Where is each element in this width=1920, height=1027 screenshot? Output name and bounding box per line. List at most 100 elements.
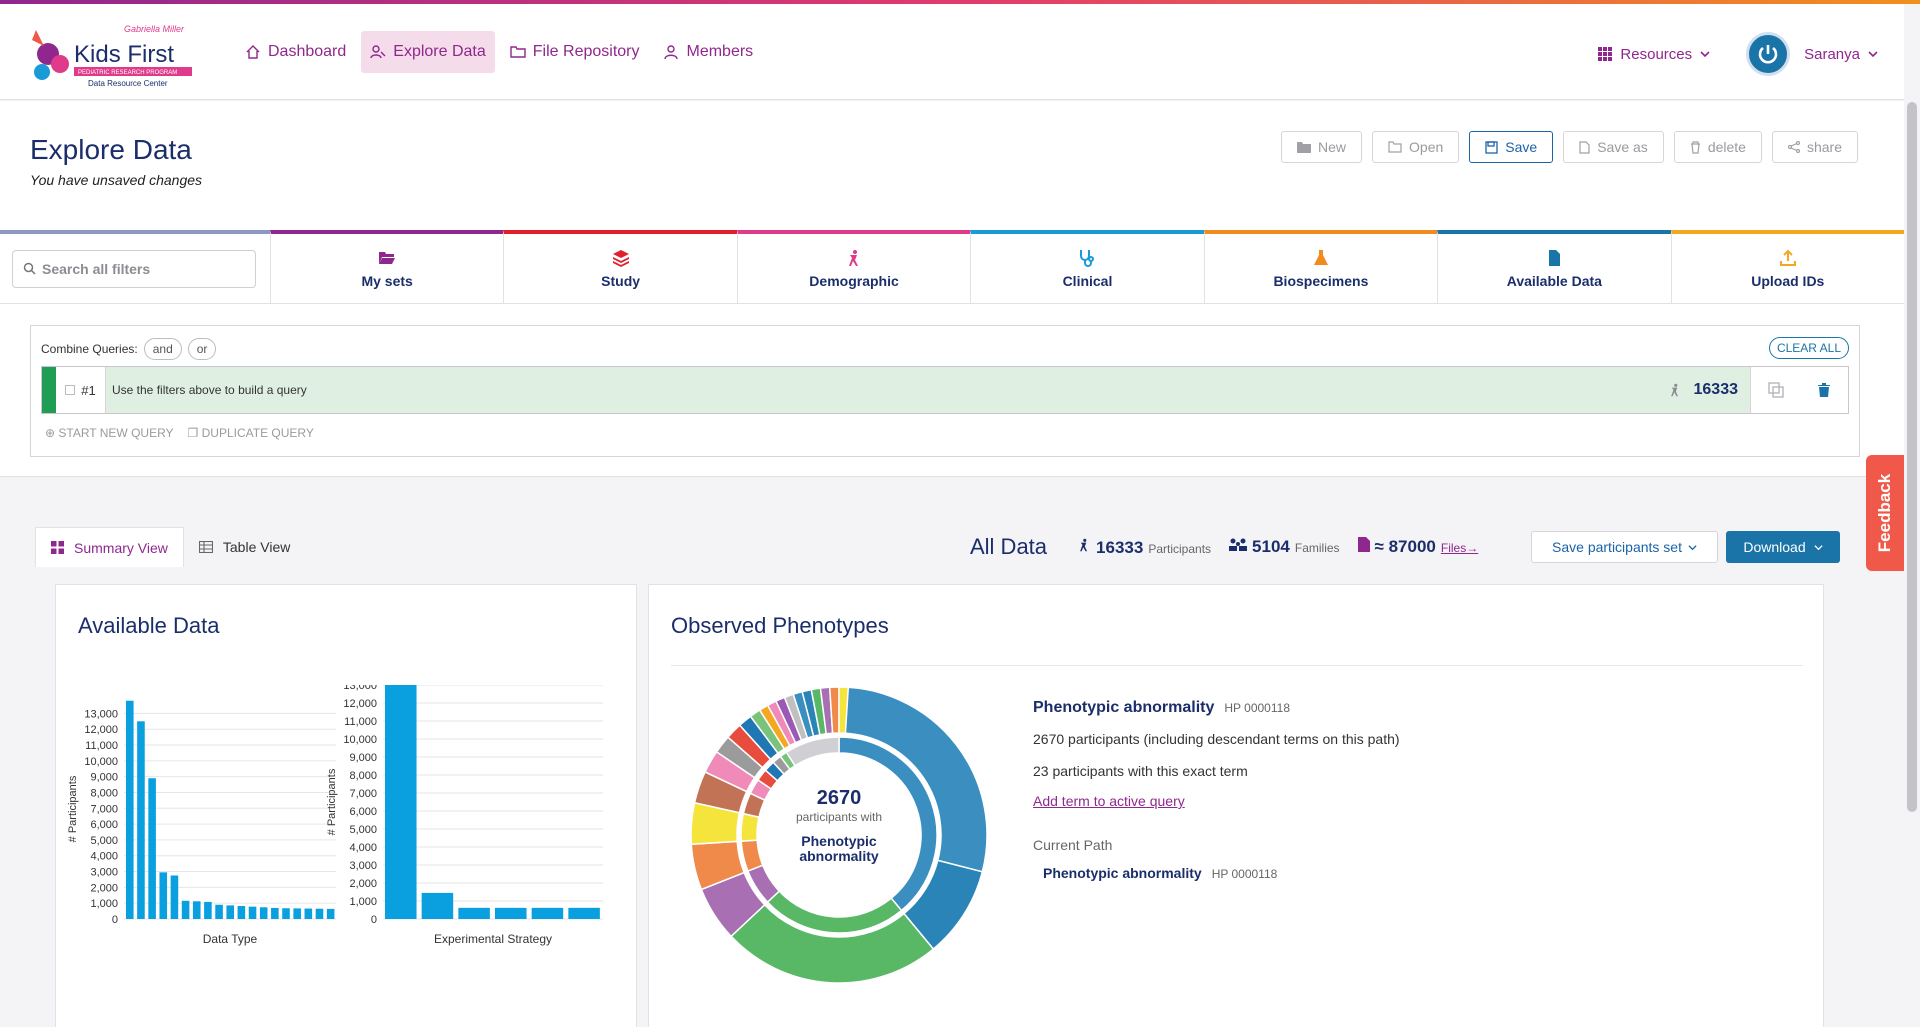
open-button[interactable]: Open xyxy=(1372,131,1460,163)
person-running-icon xyxy=(1670,383,1678,397)
bar xyxy=(204,901,212,919)
logo-top-text: Gabriella Miller xyxy=(124,24,185,34)
y-tick-label: 9,000 xyxy=(349,752,377,764)
files-link[interactable]: Files→ xyxy=(1441,541,1478,555)
combine-and-button[interactable]: and xyxy=(143,338,182,360)
save-button-label: Save xyxy=(1505,139,1538,155)
page-header: Explore Data You have unsaved changes Ne… xyxy=(0,101,1904,477)
phenotype-term-id: HP 0000118 xyxy=(1224,701,1290,715)
new-button[interactable]: New xyxy=(1281,131,1363,163)
y-tick-label: 7,000 xyxy=(90,803,118,815)
start-new-query-button[interactable]: ⊕ START NEW QUERY xyxy=(45,426,174,440)
y-tick-label: 7,000 xyxy=(349,788,377,800)
logo-main-text: Kids First xyxy=(74,41,174,68)
file-icon xyxy=(1357,537,1370,552)
chevron-down-icon xyxy=(1688,544,1697,550)
download-label: Download xyxy=(1743,539,1806,555)
nav-dashboard[interactable]: Dashboard xyxy=(236,31,355,73)
filter-tab-my-sets[interactable]: My sets xyxy=(269,230,504,304)
bar xyxy=(326,908,335,919)
resources-menu[interactable]: Resources xyxy=(1598,46,1710,63)
y-tick-label: 12,000 xyxy=(84,724,118,736)
bar xyxy=(531,907,564,919)
all-data-title: All Data xyxy=(970,534,1048,559)
chevron-down-icon xyxy=(1700,51,1710,58)
query-color-bar xyxy=(42,367,56,413)
delete-button[interactable]: delete xyxy=(1673,131,1762,163)
filter-tab-upload-ids[interactable]: Upload IDs xyxy=(1670,230,1904,304)
tab-table-view[interactable]: Table View xyxy=(184,527,305,567)
add-term-link[interactable]: Add term to active query xyxy=(1033,793,1400,809)
bar xyxy=(237,906,246,919)
logo-sub-text: Data Resource Center xyxy=(88,79,168,88)
filter-search-placeholder: Search all filters xyxy=(42,260,151,277)
nav-file-repository[interactable]: File Repository xyxy=(501,31,649,73)
phenotype-sunburst[interactable]: 2670 participants with Phenotypic abnorm… xyxy=(689,685,989,985)
app-header: Gabriella Miller Kids First PEDIATRIC RE… xyxy=(0,4,1904,100)
resources-label: Resources xyxy=(1620,45,1693,63)
clear-all-button[interactable]: CLEAR ALL xyxy=(1768,337,1849,359)
files-label: Files xyxy=(1440,541,1467,555)
available-data-title: Available Data xyxy=(78,613,220,638)
bar xyxy=(282,908,290,919)
phenotype-descendants-text: 2670 participants (including descendant … xyxy=(1033,731,1400,747)
folder-plus-icon xyxy=(1297,142,1312,153)
filter-search-input[interactable]: Search all filters xyxy=(12,249,256,288)
bar xyxy=(159,872,168,919)
y-tick-label: 8,000 xyxy=(349,770,377,782)
sunburst-inner-segment[interactable] xyxy=(740,812,760,842)
sunburst-inner-segment[interactable] xyxy=(740,839,764,873)
explore-icon xyxy=(370,45,386,59)
y-tick-label: 13,000 xyxy=(343,685,377,692)
avatar[interactable] xyxy=(1746,32,1791,76)
kids-first-logo[interactable]: Gabriella Miller Kids First PEDIATRIC RE… xyxy=(26,20,206,92)
save-participants-set-button[interactable]: Save participants set xyxy=(1531,531,1718,563)
feedback-button[interactable]: Feedback xyxy=(1866,455,1904,571)
nav-members[interactable]: Members xyxy=(654,31,762,73)
query-body[interactable]: Use the filters above to build a query 1… xyxy=(106,367,1750,413)
query-row[interactable]: #1 Use the filters above to build a quer… xyxy=(41,366,1849,414)
unsaved-changes-text: You have unsaved changes xyxy=(30,172,203,188)
person-running-icon xyxy=(849,249,859,266)
query-actions xyxy=(1750,367,1848,413)
share-button[interactable]: share xyxy=(1771,131,1858,163)
family-icon xyxy=(1229,538,1248,551)
bar xyxy=(568,907,600,919)
user-icon xyxy=(664,45,679,60)
download-button[interactable]: Download xyxy=(1726,531,1840,563)
save-button[interactable]: Save xyxy=(1469,131,1554,163)
current-path-term: Phenotypic abnormality xyxy=(1043,865,1202,881)
bar xyxy=(271,907,279,919)
duplicate-query-button[interactable]: ❐ DUPLICATE QUERY xyxy=(188,426,314,440)
query-checkbox[interactable] xyxy=(65,385,76,395)
nav-explore-data[interactable]: Explore Data xyxy=(361,31,495,73)
filter-tab-biospecimens-label: Biospecimens xyxy=(1273,272,1369,289)
combine-or-button[interactable]: or xyxy=(187,338,217,360)
save-as-button[interactable]: Save as xyxy=(1563,131,1664,163)
user-menu[interactable]: Saranya xyxy=(1804,46,1878,63)
bar xyxy=(181,900,190,919)
filter-tab-biospecimens[interactable]: Biospecimens xyxy=(1203,230,1438,304)
card-divider xyxy=(671,665,1803,666)
view-tabs: Summary View Table View xyxy=(35,527,305,567)
upload-icon xyxy=(1779,249,1796,266)
filter-tab-available-data[interactable]: Available Data xyxy=(1437,230,1671,304)
filter-tab-study[interactable]: Study xyxy=(503,230,737,304)
new-button-label: New xyxy=(1318,139,1347,155)
stethoscope-icon xyxy=(1080,249,1095,267)
folder-icon xyxy=(510,46,526,58)
bar xyxy=(315,908,324,919)
current-path-label: Current Path xyxy=(1033,837,1113,853)
tab-summary-view[interactable]: Summary View xyxy=(35,527,184,567)
trash-icon[interactable] xyxy=(1817,382,1831,398)
query-count-value: 16333 xyxy=(1693,381,1739,398)
filter-tab-clinical[interactable]: Clinical xyxy=(970,230,1204,304)
current-path-item[interactable]: Phenotypic abnormality HP 0000118 xyxy=(1043,865,1400,881)
tab-summary-view-label: Summary View xyxy=(74,539,168,556)
filter-tab-demographic[interactable]: Demographic xyxy=(736,230,971,304)
y-tick-label: 1,000 xyxy=(349,896,377,908)
copy-icon[interactable] xyxy=(1768,382,1784,398)
bar xyxy=(259,907,268,919)
scrollbar-thumb[interactable] xyxy=(1907,102,1917,812)
chevron-down-icon xyxy=(1868,51,1878,58)
